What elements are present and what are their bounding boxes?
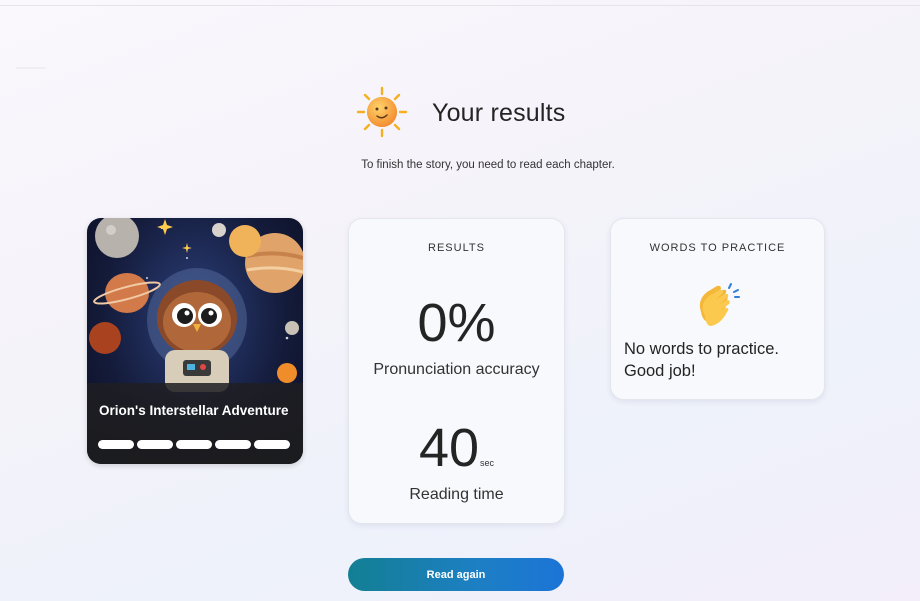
chapter-progress-segment	[176, 440, 212, 449]
chapter-progress-segment	[215, 440, 251, 449]
chapter-progress-segment	[137, 440, 173, 449]
practice-heading: WORDS TO PRACTICE	[649, 242, 786, 254]
book-title: Orion's Interstellar Adventure	[99, 403, 289, 418]
read-again-button[interactable]: Read again	[348, 558, 564, 591]
chapter-progress	[98, 440, 290, 449]
results-heading: RESULTS	[428, 242, 485, 254]
book-card[interactable]: Orion's Interstellar Adventure	[87, 218, 303, 464]
decorative-mark	[16, 67, 46, 69]
accuracy-value: 0%	[417, 293, 496, 353]
page-title: Your results	[432, 99, 566, 127]
reading-time-unit: sec	[480, 458, 495, 468]
reading-time-value: 40	[418, 418, 480, 478]
accuracy-label: Pronunciation accuracy	[373, 361, 540, 378]
clapping-hands-icon	[699, 283, 740, 326]
words-to-practice-card: WORDS TO PRACTICE No words to practice. …	[610, 218, 825, 400]
practice-message: No words to practice. Good job!	[624, 340, 779, 380]
results-card: RESULTS 0% Pronunciation accuracy 40sec …	[348, 218, 565, 524]
top-divider	[0, 5, 920, 6]
sun-icon	[356, 86, 408, 138]
reading-time-label: Reading time	[409, 486, 504, 503]
page-subtitle: To finish the story, you need to read ea…	[361, 159, 615, 171]
results-header: Your results	[0, 86, 920, 142]
chapter-progress-segment	[98, 440, 134, 449]
chapter-progress-segment	[254, 440, 290, 449]
reading-time: 40sec	[349, 417, 564, 479]
book-title-overlay	[87, 383, 303, 464]
